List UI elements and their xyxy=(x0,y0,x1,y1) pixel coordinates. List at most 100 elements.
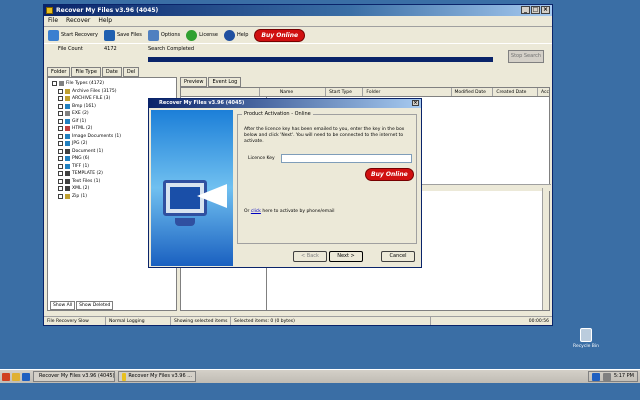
tree-item-checkbox[interactable] xyxy=(58,178,63,184)
col-modified[interactable]: Modified Date xyxy=(452,88,494,96)
desktop-icon[interactable] xyxy=(22,372,30,381)
tree-item-label: Image Documents (1) xyxy=(72,133,121,139)
tree-item[interactable]: Archive Files (3175) xyxy=(52,88,172,96)
right-tabs: Preview Event Log xyxy=(180,77,242,87)
buy-online-button[interactable]: Buy Online xyxy=(254,28,306,42)
tab-show-all[interactable]: Show All xyxy=(50,301,76,310)
tab-del[interactable]: Del xyxy=(122,67,140,77)
minimize-button[interactable]: _ xyxy=(521,6,530,14)
tab-date[interactable]: Date xyxy=(101,67,122,77)
file-type-icon xyxy=(65,141,70,147)
tree-item[interactable]: File Types (4172) xyxy=(52,80,172,88)
file-type-icon xyxy=(65,148,70,154)
volume-icon[interactable] xyxy=(602,372,611,381)
back-button[interactable]: < Back xyxy=(293,251,327,262)
start-orb-icon[interactable] xyxy=(2,372,10,381)
taskbar-item-dialog[interactable]: Recover My Files v3.96 ... xyxy=(118,371,196,382)
tab-file-type[interactable]: File Type xyxy=(71,67,101,77)
menu-file[interactable]: File xyxy=(48,16,58,26)
tree-item-label: File Types (4172) xyxy=(66,81,105,87)
save-files-button[interactable]: Save Files xyxy=(104,29,142,41)
tree-item-label: JPG (2) xyxy=(72,141,88,147)
tree-item-label: Zip (1) xyxy=(72,193,87,199)
arrow-icon xyxy=(197,184,227,208)
tree-item-label: TEMPLATE (2) xyxy=(72,171,103,177)
tree-item-label: Text Files (1) xyxy=(72,178,101,184)
status-bar: File Recovery Slow Normal Logging Showin… xyxy=(44,316,552,325)
tree-item-checkbox[interactable] xyxy=(58,148,63,154)
tree-item-label: Document (1) xyxy=(72,148,104,154)
filter-tabs: Show All Show Deleted xyxy=(50,301,114,310)
tree-item-label: HTML (2) xyxy=(72,126,93,132)
file-type-icon xyxy=(65,163,70,169)
tab-event-log[interactable]: Event Log xyxy=(208,77,242,87)
close-button[interactable]: × xyxy=(541,6,550,14)
tree-item-checkbox[interactable] xyxy=(58,193,63,199)
start-recovery-button[interactable]: Start Recovery xyxy=(48,29,98,41)
dialog-titlebar[interactable]: Recover My Files v3.96 (4045) × xyxy=(149,99,421,108)
menu-recover[interactable]: Recover xyxy=(66,16,90,26)
tree-item-label: TIFF (1) xyxy=(72,163,90,169)
tab-folder[interactable]: Folder xyxy=(47,67,71,77)
tree-item-checkbox[interactable] xyxy=(58,133,63,139)
tree-item-checkbox[interactable] xyxy=(58,126,63,132)
stop-search-button[interactable]: Stop Search xyxy=(508,50,544,63)
tree-item-checkbox[interactable] xyxy=(58,96,63,102)
dialog-buy-online-button[interactable]: Buy Online xyxy=(365,168,414,181)
status-showing: Showing selected items xyxy=(171,317,231,325)
recycle-bin-desktop-icon[interactable]: Recycle Bin xyxy=(571,328,601,349)
tree-item-checkbox[interactable] xyxy=(58,171,63,177)
menu-bar: File Recover Help xyxy=(44,16,552,26)
licence-key-label: Licence Key xyxy=(248,156,275,161)
search-status: File Count 4172 Search Completed Stop Se… xyxy=(44,44,552,64)
tree-item-checkbox[interactable] xyxy=(58,163,63,169)
help-button[interactable]: Help xyxy=(224,29,248,41)
taskbar-item-main[interactable]: Recover My Files v3.96 (4045) xyxy=(33,371,115,382)
tree-item-checkbox[interactable] xyxy=(58,111,63,117)
tree-item-label: Gif (1) xyxy=(72,118,87,124)
col-accessed[interactable]: Acc xyxy=(538,88,549,96)
dialog-banner-image xyxy=(151,110,233,266)
folder-icon[interactable] xyxy=(12,372,20,381)
next-button[interactable]: Next > xyxy=(329,251,363,262)
tree-item-label: Bmp (161) xyxy=(72,103,96,109)
activation-group: Product Activation - Online After the li… xyxy=(237,111,417,244)
start-icon xyxy=(48,29,59,41)
tab-preview[interactable]: Preview xyxy=(180,77,208,87)
vertical-scrollbar[interactable] xyxy=(542,188,549,310)
file-type-icon xyxy=(65,193,70,199)
phone-activation-link[interactable]: click xyxy=(251,209,261,214)
cancel-button[interactable]: Cancel xyxy=(381,251,415,262)
col-start-type[interactable]: Start Type xyxy=(326,88,364,96)
network-icon[interactable] xyxy=(591,372,600,381)
tab-show-deleted[interactable]: Show Deleted xyxy=(76,301,114,310)
tree-item-checkbox[interactable] xyxy=(58,88,63,94)
col-created[interactable]: Created Date xyxy=(493,88,539,96)
menu-help[interactable]: Help xyxy=(98,16,112,26)
licence-key-input[interactable] xyxy=(281,154,412,163)
tree-item-checkbox[interactable] xyxy=(58,156,63,162)
tree-item-label: EXE (2) xyxy=(72,111,89,117)
col-name[interactable]: Name xyxy=(260,88,327,96)
dialog-close-button[interactable]: × xyxy=(412,100,419,106)
window-titlebar[interactable]: Recover My Files v3.96 (4045) _ □ × xyxy=(44,5,552,16)
tree-item-label: PNG (6) xyxy=(72,156,90,162)
search-status-text: Search Completed xyxy=(148,46,195,52)
options-button[interactable]: Options xyxy=(147,29,180,41)
taskbar: Recover My Files v3.96 (4045) Recover My… xyxy=(0,369,640,383)
tree-item-label: XML (2) xyxy=(72,186,90,192)
maximize-button[interactable]: □ xyxy=(531,6,540,14)
activation-dialog: Recover My Files v3.96 (4045) × Product … xyxy=(148,98,422,268)
tree-item-checkbox[interactable] xyxy=(58,118,63,124)
status-elapsed: 00:00:56 xyxy=(528,319,549,324)
recycle-bin-icon xyxy=(580,328,592,342)
license-button[interactable]: License xyxy=(186,29,218,41)
tree-item-checkbox[interactable] xyxy=(58,186,63,192)
tree-item-checkbox[interactable] xyxy=(52,81,57,87)
col-folder[interactable]: Folder xyxy=(363,88,452,96)
file-type-icon xyxy=(65,133,70,139)
file-count-value: 4172 xyxy=(104,46,117,52)
window-title: Recover My Files v3.96 (4045) xyxy=(56,7,159,14)
tree-item-checkbox[interactable] xyxy=(58,141,63,147)
tree-item-checkbox[interactable] xyxy=(58,103,63,109)
